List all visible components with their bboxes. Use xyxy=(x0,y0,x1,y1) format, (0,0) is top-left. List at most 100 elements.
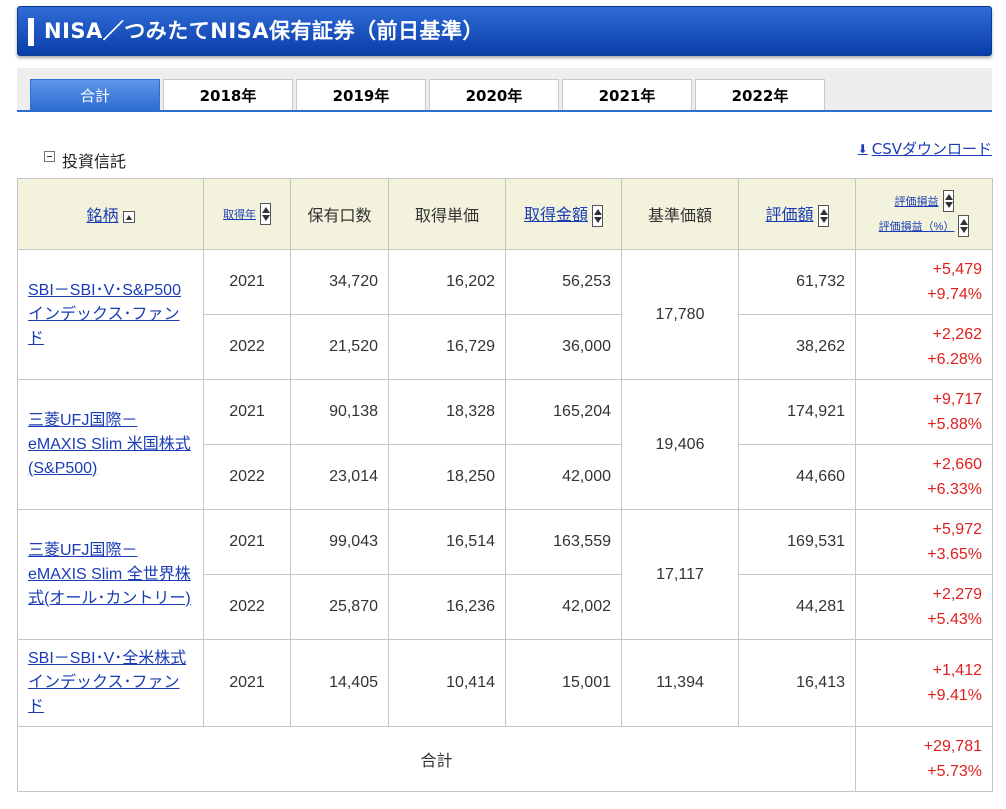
total-gain-value: +29,781 xyxy=(923,738,982,755)
gain-value: +5,972 xyxy=(932,521,982,538)
sort-year-link[interactable]: 取得年 xyxy=(223,209,256,221)
gain-cell: +2,262 +6.28% xyxy=(855,314,993,380)
nav-cell: 17,780 xyxy=(621,249,739,380)
year-cell: 2021 xyxy=(203,639,291,727)
gain-pct-value: +3.65% xyxy=(927,546,982,563)
total-gain-cell: +29,781 +5.73% xyxy=(855,726,993,792)
tab-2020[interactable]: 2020年 xyxy=(429,79,559,110)
page-title: NISA／つみたてNISA保有証券（前日基準） xyxy=(44,19,485,43)
total-row: 合計 +29,781 +5.73% xyxy=(17,726,993,792)
header-name: 銘柄 xyxy=(17,178,204,250)
units-cell: 99,043 xyxy=(290,509,389,575)
sort-gain-pct-link[interactable]: 評価損益（%） xyxy=(879,221,955,233)
unit-cost-cell: 18,250 xyxy=(388,444,506,510)
fund-name-cell: SBI－SBI･V･S&P500インデックス･ファンド xyxy=(17,249,204,380)
page-header: NISA／つみたてNISA保有証券（前日基準） xyxy=(17,6,992,56)
sort-name-link[interactable]: 銘柄 xyxy=(86,208,118,225)
section-title: 投資信託 xyxy=(62,152,127,171)
year-cell: 2022 xyxy=(203,314,291,380)
unit-cost-cell: 16,514 xyxy=(388,509,506,575)
sort-cost-link[interactable]: 取得金額 xyxy=(524,207,588,224)
tab-2021[interactable]: 2021年 xyxy=(562,79,692,110)
unit-cost-cell: 16,202 xyxy=(388,249,506,315)
fund-link[interactable]: 三菱UFJ国際－eMAXIS Slim 米国株式(S&P500) xyxy=(28,412,191,477)
header-nav: 基準価額 xyxy=(621,178,739,250)
cost-amount-cell: 36,000 xyxy=(505,314,622,380)
fund-link[interactable]: SBI－SBI･V･全米株式インデックス･ファンド xyxy=(28,650,186,715)
valuation-cell: 16,413 xyxy=(738,639,856,727)
units-cell: 21,520 xyxy=(290,314,389,380)
gain-cell: +1,412 +9.41% xyxy=(855,639,993,727)
gain-cell: +5,972 +3.65% xyxy=(855,509,993,575)
table-row: 三菱UFJ国際－eMAXIS Slim 米国株式(S&P500) 2021 90… xyxy=(17,379,993,510)
holdings-table: 銘柄 取得年 保有口数 取得単価 取得金額 基準価額 評価額 評価損益 評価損益… xyxy=(17,178,993,792)
cost-amount-cell: 165,204 xyxy=(505,379,622,445)
cost-amount-cell: 42,000 xyxy=(505,444,622,510)
gain-pct-value: +6.33% xyxy=(927,481,982,498)
gain-cell: +2,279 +5.43% xyxy=(855,574,993,640)
gain-cell: +2,660 +6.33% xyxy=(855,444,993,510)
nav-cell: 19,406 xyxy=(621,379,739,510)
valuation-cell: 44,281 xyxy=(738,574,856,640)
year-cell: 2021 xyxy=(203,509,291,575)
sort-toggle-icon[interactable] xyxy=(942,189,954,212)
sort-toggle-icon[interactable] xyxy=(958,214,970,237)
gain-value: +2,279 xyxy=(932,586,982,603)
valuation-cell: 174,921 xyxy=(738,379,856,445)
fund-name-cell: 三菱UFJ国際－eMAXIS Slim 全世界株式(オール･カントリー) xyxy=(17,509,204,640)
unit-cost-cell: 18,328 xyxy=(388,379,506,445)
cost-amount-cell: 56,253 xyxy=(505,249,622,315)
valuation-cell: 169,531 xyxy=(738,509,856,575)
collapse-icon[interactable] xyxy=(44,150,55,162)
table-row: 三菱UFJ国際－eMAXIS Slim 全世界株式(オール･カントリー) 202… xyxy=(17,509,993,640)
unit-cost-cell: 16,729 xyxy=(388,314,506,380)
year-cell: 2022 xyxy=(203,444,291,510)
nav-cell: 17,117 xyxy=(621,509,739,640)
valuation-cell: 61,732 xyxy=(738,249,856,315)
valuation-cell: 44,660 xyxy=(738,444,856,510)
gain-pct-value: +6.28% xyxy=(927,351,982,368)
sort-toggle-icon[interactable] xyxy=(592,204,603,227)
header-cost-amount: 取得金額 xyxy=(505,178,622,250)
units-cell: 23,014 xyxy=(290,444,389,510)
sort-gain-link[interactable]: 評価損益 xyxy=(895,196,939,208)
total-label: 合計 xyxy=(17,726,856,792)
sort-ascending-icon[interactable] xyxy=(122,210,135,223)
header-unit-cost: 取得単価 xyxy=(388,178,506,250)
gain-cell: +5,479 +9.74% xyxy=(855,249,993,315)
fund-link[interactable]: SBI－SBI･V･S&P500インデックス･ファンド xyxy=(28,282,181,347)
sort-valuation-link[interactable]: 評価額 xyxy=(765,207,813,224)
sort-toggle-icon[interactable] xyxy=(260,203,271,225)
gain-value: +1,412 xyxy=(932,662,982,679)
fund-link[interactable]: 三菱UFJ国際－eMAXIS Slim 全世界株式(オール･カントリー) xyxy=(28,542,191,607)
tab-total[interactable]: 合計 xyxy=(30,79,160,110)
table-header-row: 銘柄 取得年 保有口数 取得単価 取得金額 基準価額 評価額 評価損益 評価損益… xyxy=(17,178,993,250)
gain-pct-value: +5.88% xyxy=(927,416,982,433)
unit-cost-cell: 16,236 xyxy=(388,574,506,640)
fund-name-cell: SBI－SBI･V･全米株式インデックス･ファンド xyxy=(17,639,204,727)
gain-pct-value: +9.74% xyxy=(927,286,982,303)
units-cell: 34,720 xyxy=(290,249,389,315)
section-investment-trust: 投資信託 xyxy=(44,148,126,172)
tab-2022[interactable]: 2022年 xyxy=(695,79,825,110)
sort-toggle-icon[interactable] xyxy=(817,204,829,227)
cost-amount-cell: 42,002 xyxy=(505,574,622,640)
cost-amount-cell: 163,559 xyxy=(505,509,622,575)
csv-download-link[interactable]: ⬇ CSVダウンロード xyxy=(858,138,992,159)
header-accent-bar xyxy=(28,18,34,46)
fund-name-cell: 三菱UFJ国際－eMAXIS Slim 米国株式(S&P500) xyxy=(17,379,204,510)
tab-2018[interactable]: 2018年 xyxy=(163,79,293,110)
cost-amount-cell: 15,001 xyxy=(505,639,622,727)
table-row: SBI－SBI･V･S&P500インデックス･ファンド 2021 34,720 … xyxy=(17,249,993,380)
header-units: 保有口数 xyxy=(290,178,389,250)
valuation-cell: 38,262 xyxy=(738,314,856,380)
units-cell: 25,870 xyxy=(290,574,389,640)
year-tabs: 合計 2018年 2019年 2020年 2021年 2022年 xyxy=(17,68,992,112)
download-icon: ⬇ xyxy=(857,141,868,156)
gain-pct-value: +5.43% xyxy=(927,611,982,628)
gain-value: +5,479 xyxy=(932,261,982,278)
gain-value: +2,262 xyxy=(932,326,982,343)
nav-cell: 11,394 xyxy=(621,639,739,727)
units-cell: 14,405 xyxy=(290,639,389,727)
tab-2019[interactable]: 2019年 xyxy=(296,79,426,110)
